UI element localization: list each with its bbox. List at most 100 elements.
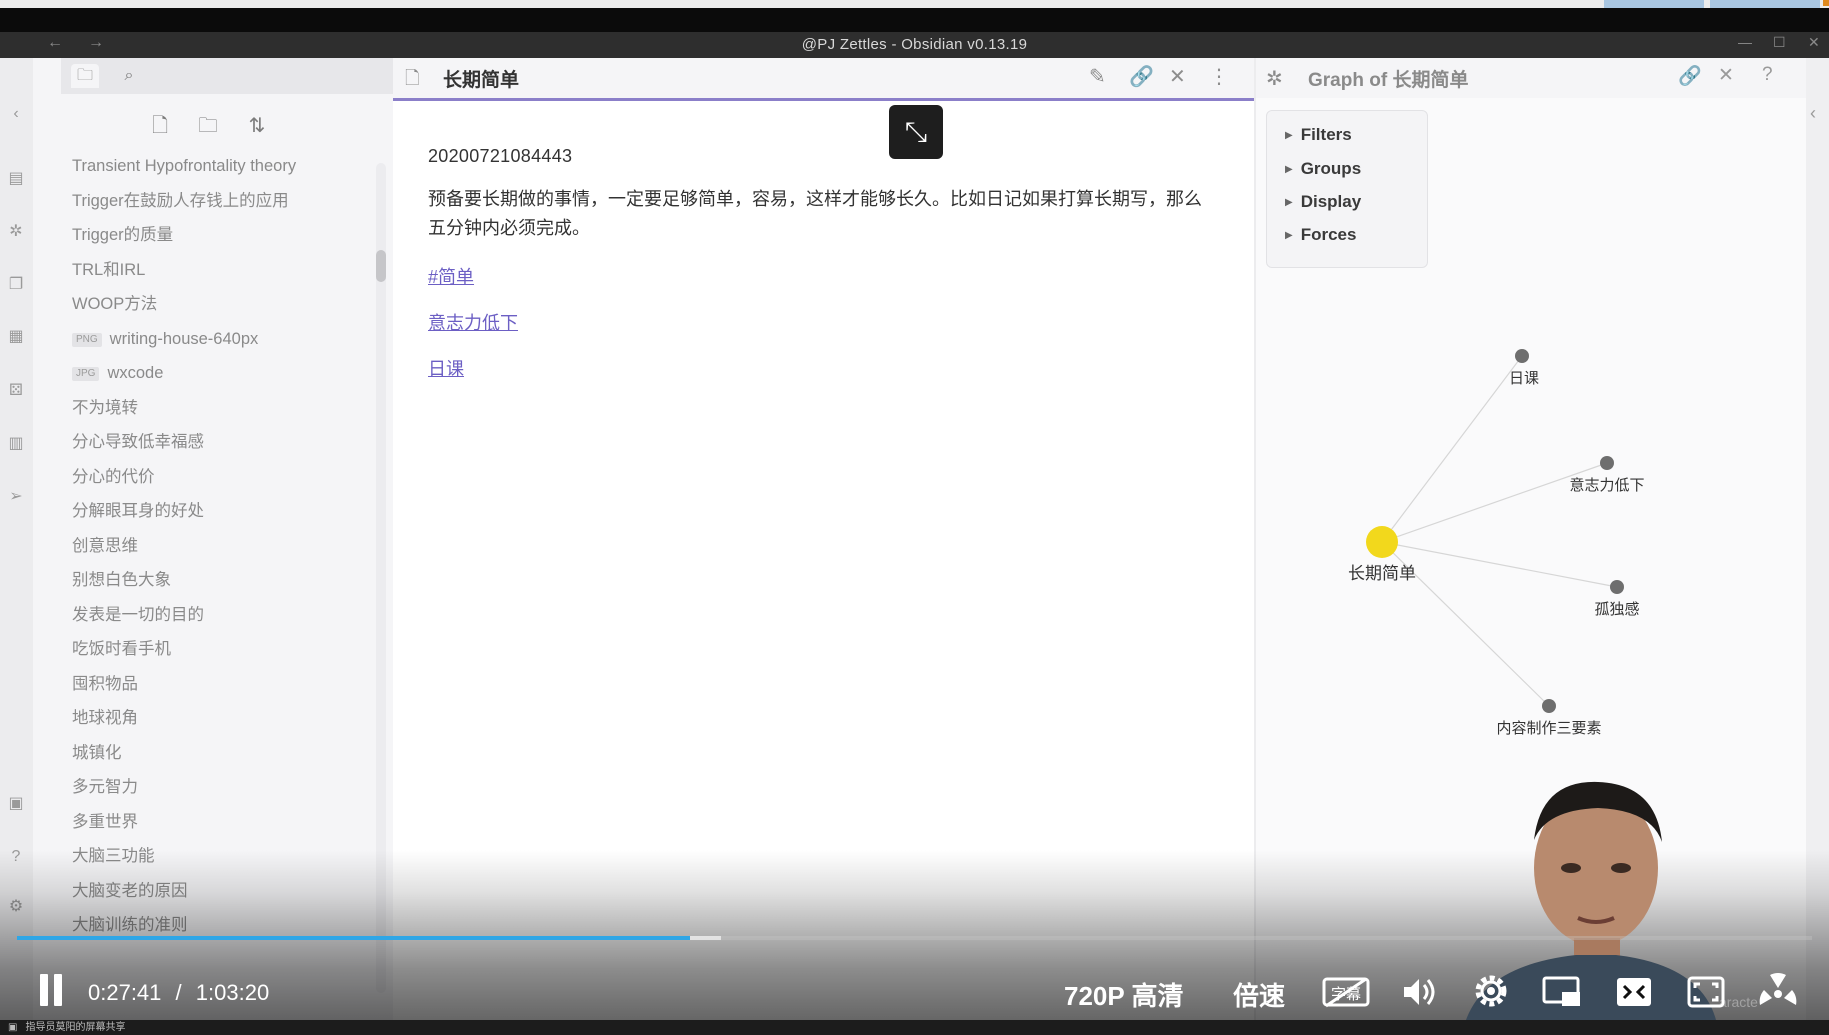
- file-extension-badge: PNG: [72, 332, 102, 347]
- close-window-button[interactable]: ✕: [1808, 34, 1820, 51]
- top-tab-2: [1710, 0, 1820, 8]
- file-list-item[interactable]: 囤积物品: [72, 672, 138, 696]
- settings-icon[interactable]: ⚙: [5, 896, 27, 918]
- document-icon: 🗋: [405, 68, 420, 88]
- node-label-loneliness: 孤独感: [1594, 601, 1639, 618]
- file-name: 大脑变老的原因: [72, 881, 188, 900]
- quality-button[interactable]: 720P 高清: [1064, 976, 1183, 1013]
- sort-icon[interactable]: ⇅: [244, 112, 270, 140]
- fullscreen-icon[interactable]: [1687, 974, 1725, 1018]
- file-name: WOOP方法: [72, 295, 158, 313]
- file-name: 吃饭时看手机: [72, 640, 171, 658]
- graph-node-willpower[interactable]: [1600, 456, 1614, 470]
- file-list-item[interactable]: 不为境转: [72, 396, 138, 420]
- collapse-right-icon[interactable]: ‹: [1810, 103, 1816, 124]
- editor-header: 🗋 长期简单 ✎ 🔗 ✕ ⋮: [393, 58, 1254, 101]
- pause-bar-left: [40, 974, 48, 1006]
- link-willpower[interactable]: 意志力低下: [428, 309, 1218, 335]
- file-name: Trigger的质量: [72, 226, 174, 244]
- table-icon[interactable]: ▥: [5, 433, 27, 455]
- minimize-button[interactable]: —: [1738, 34, 1752, 50]
- file-list-item[interactable]: 多元智力: [72, 775, 138, 799]
- note-editor: 🗋 长期简单 ✎ 🔗 ✕ ⋮ 20200721084443 预备要长期做的事情，…: [393, 58, 1254, 1020]
- publish-icon[interactable]: ➢: [5, 486, 27, 508]
- file-extension-badge: JPG: [72, 367, 100, 381]
- file-list-item[interactable]: 城镇化: [72, 741, 122, 765]
- settings-gear-icon[interactable]: [1472, 972, 1510, 1018]
- edit-pencil-icon[interactable]: ✎: [1089, 64, 1106, 89]
- file-list-item[interactable]: 大脑三功能: [72, 844, 155, 868]
- file-name: 多元智力: [72, 778, 138, 796]
- node-label-daily: 日课: [1509, 370, 1539, 387]
- stack-icon[interactable]: ▦: [5, 326, 27, 348]
- file-list-item[interactable]: JPG wxcode: [72, 361, 163, 385]
- graph-canvas[interactable]: 日课 意志力低下 孤独感 内容制作三要素 长期简单: [1256, 58, 1806, 1020]
- file-list-item[interactable]: Trigger的质量: [72, 223, 173, 247]
- file-list-item[interactable]: 大脑变老的原因: [72, 879, 188, 903]
- file-list: Transient Hypofrontality theory Trigger在鼓…: [72, 154, 402, 1020]
- obsidian-app: ‹ ▤ ✲ ❐ ▦ ⚄ ▥ ➢ ▣ ? ⚙ 🗀 ⌕ 🗋 🗀 ⇅ Transien…: [0, 58, 1829, 1020]
- file-list-item[interactable]: 别想白色大象: [72, 568, 171, 592]
- help-icon[interactable]: ?: [5, 846, 27, 868]
- graph-node-content[interactable]: [1542, 699, 1556, 713]
- subtitle-toggle-icon[interactable]: 字幕: [1322, 976, 1372, 1018]
- search-tab-icon[interactable]: ⌕: [115, 64, 143, 88]
- file-list-item[interactable]: 分心的代价: [72, 465, 155, 489]
- file-name: 不为境转: [72, 398, 138, 417]
- file-list-item[interactable]: 大脑训练的准则: [72, 913, 188, 937]
- top-strip: [0, 0, 1829, 8]
- file-list-item[interactable]: 多重世界: [72, 810, 138, 834]
- volume-icon[interactable]: [1400, 974, 1436, 1018]
- edge-to-daily: [1381, 355, 1523, 543]
- window-titlebar: ← → @PJ Zettles - Obsidian v0.13.19 — ☐ …: [0, 32, 1829, 58]
- file-list-item[interactable]: 吃饭时看手机: [72, 637, 171, 661]
- file-name: Transient Hypofrontality theory: [72, 157, 297, 175]
- more-options-icon[interactable]: ⋮: [1209, 64, 1229, 89]
- widescreen-icon[interactable]: [1615, 974, 1653, 1018]
- file-list-item[interactable]: PNG writing-house-640px: [72, 327, 258, 351]
- screen-share-status: ▣ 指导员莫阳的屏幕共享: [0, 1020, 1829, 1035]
- file-list-item[interactable]: 分心导致低幸福感: [72, 430, 204, 454]
- exit-fullscreen-share-icon[interactable]: ⤡: [889, 105, 943, 159]
- file-list-item[interactable]: 发表是一切的目的: [72, 603, 204, 627]
- link-icon[interactable]: 🔗: [1129, 64, 1154, 89]
- vault-icon[interactable]: ▣: [5, 793, 27, 815]
- daily-note-icon[interactable]: ▤: [5, 168, 27, 190]
- link-daily-lesson[interactable]: 日课: [428, 355, 1218, 381]
- top-tab-1: [1604, 0, 1704, 8]
- file-name: 创意思维: [72, 536, 138, 555]
- file-list-item[interactable]: WOOP方法: [72, 292, 157, 316]
- graph-node-daily[interactable]: [1515, 349, 1529, 363]
- file-list-item[interactable]: Trigger在鼓励人存钱上的应用: [72, 189, 289, 213]
- share-radiation-icon[interactable]: [1758, 972, 1798, 1020]
- collapse-left-icon[interactable]: ‹: [5, 103, 27, 125]
- random-note-icon[interactable]: ⚄: [5, 380, 27, 402]
- graph-node-center[interactable]: [1366, 526, 1398, 558]
- sidebar-tabs: 🗀 ⌕: [61, 58, 393, 94]
- graph-view-icon[interactable]: ✲: [5, 221, 27, 243]
- corner-indicator: [1823, 0, 1829, 6]
- node-label-content: 内容制作三要素: [1496, 720, 1601, 737]
- picture-in-picture-icon[interactable]: [1542, 974, 1582, 1018]
- file-name: 发表是一切的目的: [72, 605, 204, 624]
- new-note-icon[interactable]: 🗋: [147, 112, 173, 140]
- graph-node-loneliness[interactable]: [1610, 580, 1624, 594]
- file-list-item[interactable]: 创意思维: [72, 534, 138, 558]
- pause-button[interactable]: [40, 974, 66, 1006]
- maximize-button[interactable]: ☐: [1773, 34, 1786, 51]
- speed-button[interactable]: 倍速: [1233, 976, 1285, 1013]
- copy-icon[interactable]: ❐: [5, 274, 27, 296]
- file-name: 分心的代价: [72, 467, 155, 486]
- file-name: 别想白色大象: [72, 571, 171, 589]
- new-folder-icon[interactable]: 🗀: [195, 112, 221, 140]
- file-list-item[interactable]: TRL和IRL: [72, 258, 145, 282]
- close-pane-icon[interactable]: ✕: [1169, 64, 1186, 89]
- video-letterbox: [0, 8, 1829, 32]
- file-list-item[interactable]: 地球视角: [72, 706, 138, 730]
- node-label-center: 长期简单: [1348, 564, 1416, 583]
- file-list-item[interactable]: Transient Hypofrontality theory: [72, 154, 296, 178]
- file-list-item[interactable]: 分解眼耳身的好处: [72, 499, 204, 523]
- files-tab-folder-icon[interactable]: 🗀: [71, 64, 99, 88]
- tag-link-simple[interactable]: #简单: [428, 263, 1218, 289]
- note-id: 20200721084443: [428, 146, 573, 166]
